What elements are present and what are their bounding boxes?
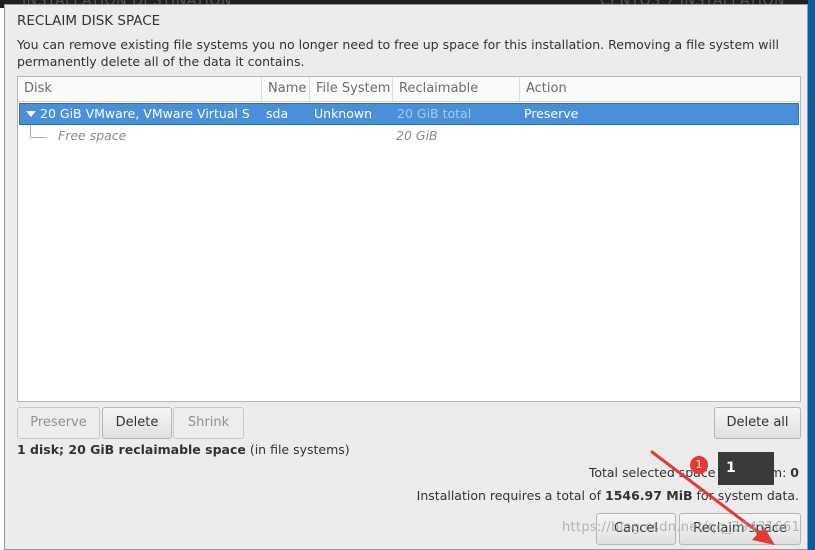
action-cell: Preserve	[524, 106, 579, 121]
delete-all-button[interactable]: Delete all	[714, 407, 801, 439]
watermark-text: https://blog.csdn.net/qq_39431661	[562, 520, 801, 535]
disk-cell: Free space	[58, 128, 127, 143]
disk-summary: 1 disk; 20 GiB reclaimable space (in fil…	[17, 442, 350, 457]
column-header-reclaimable-space[interactable]: Reclaimable Space	[392, 77, 519, 120]
requirement-prefix: Installation requires a total of	[416, 488, 606, 503]
reclaim-disk-space-dialog: RECLAIM DISK SPACE You can remove existi…	[4, 4, 808, 550]
installation-requirement-text: Installation requires a total of 1546.97…	[417, 488, 799, 503]
table-row-disk-sda[interactable]: 20 GiB VMware, VMware Virtual S sda Unkn…	[19, 103, 799, 125]
column-header-name[interactable]: Name	[261, 77, 309, 101]
reclaimable-cell: 20 GiB	[396, 128, 438, 143]
delete-button[interactable]: Delete	[102, 407, 172, 439]
summary-rest-text: (in file systems)	[245, 442, 350, 457]
file-system-cell: Unknown	[314, 106, 373, 121]
expander-triangle-icon[interactable]	[26, 111, 36, 117]
reclaimable-cell: 20 GiB total	[397, 106, 472, 121]
column-header-disk[interactable]: Disk	[18, 77, 261, 101]
dialog-title: RECLAIM DISK SPACE	[17, 13, 161, 29]
column-header-file-system[interactable]: File System	[309, 77, 392, 101]
total-selected-value: 0	[790, 465, 799, 480]
dialog-description: You can remove existing file systems you…	[17, 37, 779, 69]
requirement-suffix: for system data.	[692, 488, 799, 503]
tree-connector-icon	[30, 126, 47, 138]
table-row-free-space[interactable]: Free space 20 GiB	[19, 126, 799, 148]
disk-table: Disk Name File System Reclaimable Space …	[17, 76, 801, 402]
desktop-edge	[808, 0, 815, 550]
requirement-value: 1546.97 MiB	[605, 488, 693, 503]
annotation-tooltip: 1	[718, 452, 774, 485]
name-cell: sda	[266, 106, 289, 121]
step-number-badge: 1	[690, 456, 708, 474]
column-header-action[interactable]: Action	[519, 77, 800, 101]
table-header: Disk Name File System Reclaimable Space …	[18, 77, 800, 120]
summary-bold-text: 1 disk; 20 GiB reclaimable space	[17, 442, 246, 457]
shrink-button[interactable]: Shrink	[173, 407, 244, 439]
disk-cell: 20 GiB VMware, VMware Virtual S	[40, 106, 250, 121]
preserve-button[interactable]: Preserve	[17, 407, 100, 439]
